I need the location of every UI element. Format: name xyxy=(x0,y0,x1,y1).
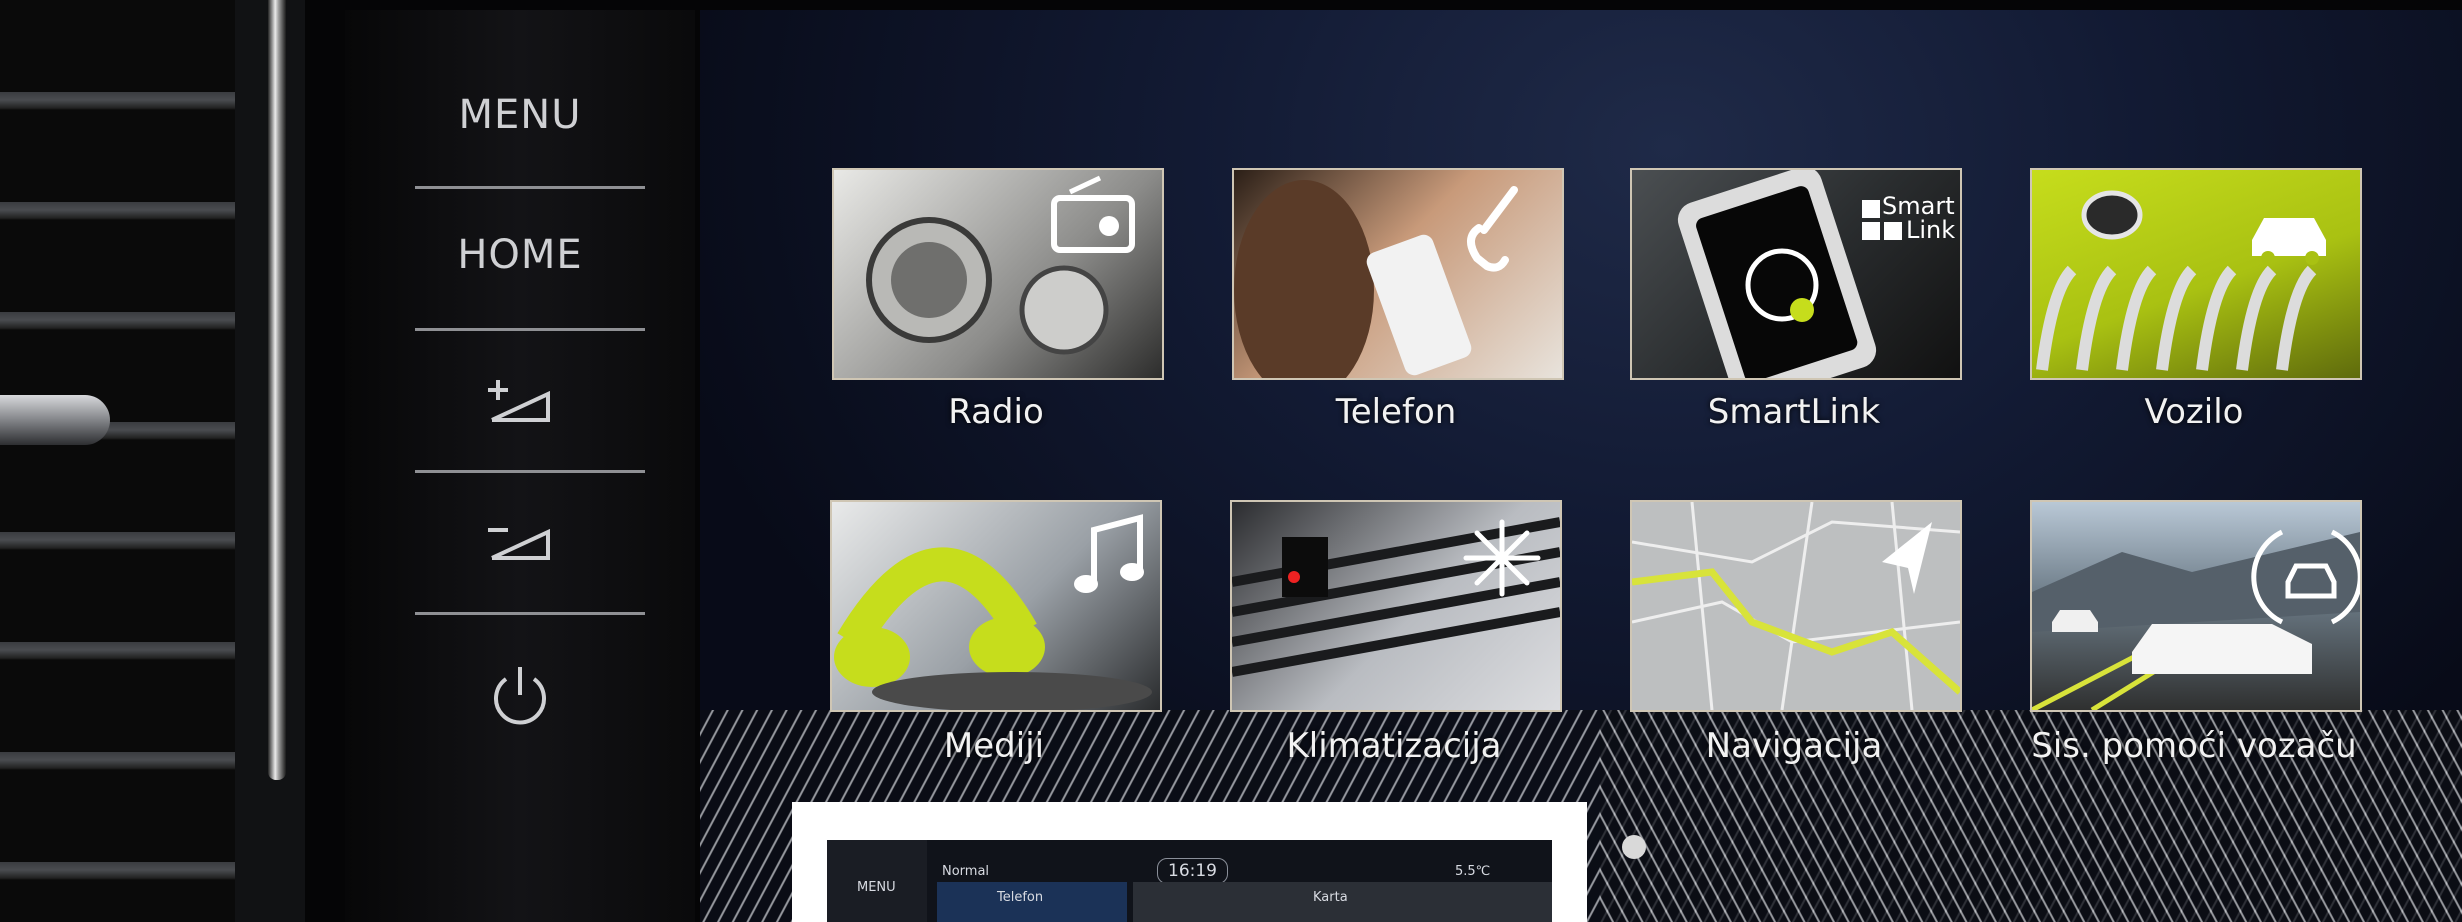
tile-label-mediji: Mediji xyxy=(943,726,1045,766)
tile-navigacija[interactable] xyxy=(1630,500,1962,712)
tile-vozilo[interactable] xyxy=(2030,168,2362,380)
inset-mode: Normal xyxy=(942,864,990,879)
hardware-button-panel: MENU HOME xyxy=(345,10,695,922)
vent-adjuster-knob[interactable] xyxy=(0,395,110,445)
chrome-trim xyxy=(268,0,286,780)
tile-klimatizacija[interactable] xyxy=(1230,500,1562,712)
volume-up-icon[interactable] xyxy=(480,372,560,432)
tile-telefon[interactable] xyxy=(1232,168,1564,380)
vent-slats xyxy=(0,0,235,922)
smartlink-badge-line1: Smart xyxy=(1882,192,1955,220)
phone-icon xyxy=(1234,180,1518,378)
navigation-arrow-icon xyxy=(1632,502,1960,710)
inset-left-pane: Telefon xyxy=(937,882,1127,922)
tile-smartlink[interactable]: Smart Link xyxy=(1630,168,1962,380)
tile-label-radio: Radio xyxy=(948,392,1044,432)
inset-left-pane-title: Telefon xyxy=(997,890,1044,905)
air-vent xyxy=(0,0,305,922)
tile-label-sis-pomoci-vozacu: Sis. pomoći vozaču xyxy=(2031,726,2357,766)
car-icon xyxy=(2036,190,2326,371)
tile-label-telefon: Telefon xyxy=(1335,392,1457,432)
infotainment-screen: Radio Telefon Smart Link SmartLink Vozil… xyxy=(700,10,2462,922)
tile-label-smartlink: SmartLink xyxy=(1707,392,1881,432)
tile-label-klimatizacija: Klimatizacija xyxy=(1286,726,1502,766)
inset-menu-label: MENU xyxy=(857,880,896,895)
tile-label-navigacija: Navigacija xyxy=(1705,726,1883,766)
divider xyxy=(415,186,645,189)
power-icon[interactable] xyxy=(480,665,560,725)
driver-assist-icon xyxy=(2032,529,2360,710)
divider xyxy=(415,328,645,331)
page-indicator-dot[interactable] xyxy=(1622,835,1646,859)
divider xyxy=(415,470,645,473)
inset-screen: MENU Normal 16:19 5.5℃ Telefon Karta xyxy=(827,840,1552,922)
inset-side-menu: MENU xyxy=(827,840,927,922)
tile-sis-pomoci-vozacu[interactable] xyxy=(2030,500,2362,712)
tile-mediji[interactable] xyxy=(830,500,1162,712)
divider xyxy=(415,612,645,615)
inset-photo: MENU Normal 16:19 5.5℃ Telefon Karta xyxy=(792,802,1587,922)
music-note-icon xyxy=(834,514,1152,710)
tile-radio[interactable] xyxy=(832,168,1164,380)
smartlink-badge-line2: Link xyxy=(1906,216,1956,244)
inset-time: 16:19 xyxy=(1157,858,1228,884)
radio-icon xyxy=(866,175,1135,355)
inset-right-pane: Karta xyxy=(1133,882,1552,922)
home-button[interactable]: HOME xyxy=(405,232,635,278)
tile-label-vozilo: Vozilo xyxy=(2144,392,2244,432)
inset-right-pane-title: Karta xyxy=(1313,890,1348,905)
snowflake-icon xyxy=(1232,517,1560,677)
menu-button[interactable]: MENU xyxy=(405,92,635,138)
volume-down-icon[interactable] xyxy=(480,510,560,570)
inset-temperature: 5.5℃ xyxy=(1455,864,1491,879)
